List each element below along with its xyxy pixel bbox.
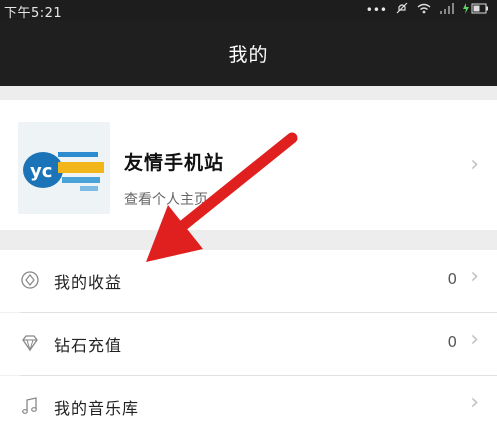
avatar: yc [18, 122, 110, 214]
status-bar: 下午5:21 ••• [0, 0, 497, 21]
profile-card[interactable]: yc 友情手机站 查看个人主页 › [0, 100, 497, 230]
mute-icon [396, 2, 408, 17]
menu-item-music-library[interactable]: 我的音乐库 › [0, 376, 497, 438]
menu-item-diamond-recharge[interactable]: 钻石充值 0 › [0, 313, 497, 375]
wifi-icon [417, 3, 431, 17]
section-gap [0, 230, 497, 250]
battery-charging-icon [463, 2, 489, 17]
profile-name: 友情手机站 [124, 152, 225, 174]
more-dots-icon: ••• [365, 2, 387, 17]
menu-item-label: 钻石充值 [54, 336, 123, 355]
menu-item-label: 我的音乐库 [54, 399, 140, 418]
page-title: 我的 [228, 44, 269, 66]
chevron-right-icon: › [470, 152, 479, 177]
diamond-icon [22, 335, 38, 352]
status-icons: ••• [366, 2, 489, 17]
music-note-icon [22, 397, 37, 414]
menu-item-earnings[interactable]: 我的收益 0 › [0, 250, 497, 312]
profile-link[interactable]: 查看个人主页 [124, 189, 208, 209]
status-time: 下午5:21 [4, 6, 63, 21]
earnings-icon [21, 271, 39, 289]
svg-text:yc: yc [30, 161, 52, 182]
earnings-count: 0 [447, 270, 457, 288]
chevron-right-icon: › [470, 327, 479, 352]
chevron-right-icon: › [470, 264, 479, 289]
site-logo-icon: yc [18, 122, 110, 214]
diamond-count: 0 [447, 333, 457, 351]
section-gap [0, 86, 497, 100]
nav-bar: 我的 [0, 20, 497, 86]
chevron-right-icon: › [470, 390, 479, 415]
menu-item-label: 我的收益 [54, 273, 123, 292]
signal-icon [440, 2, 454, 17]
